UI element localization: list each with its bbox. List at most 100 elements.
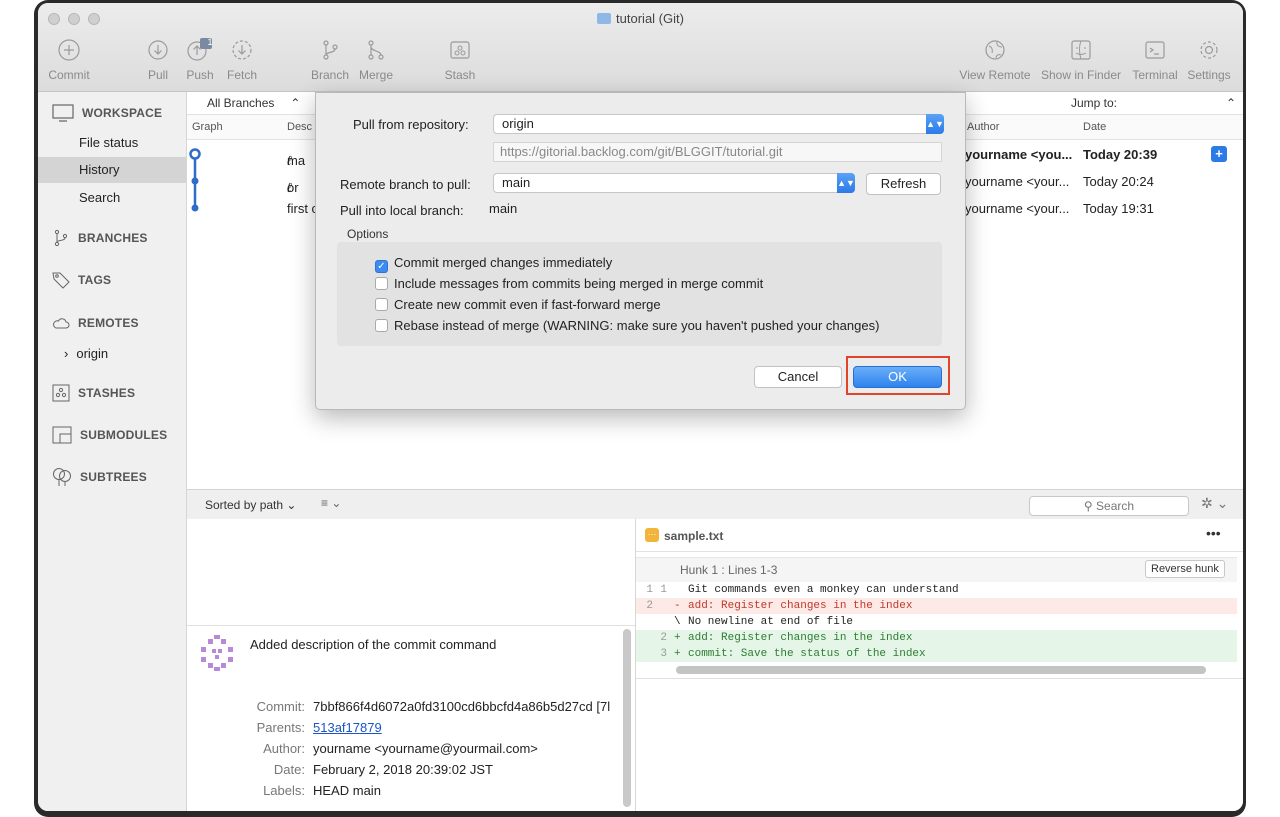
column-author[interactable]: Author — [967, 121, 999, 133]
sidebar-item-label: History — [79, 162, 120, 177]
remote-branch-select[interactable]: main ▲▼ — [493, 173, 855, 193]
diff-sign: + — [674, 648, 681, 660]
diff-line: 3 + commit: Save the status of the index — [636, 646, 1237, 662]
sidebar-remotes[interactable]: REMOTES — [52, 312, 139, 334]
sidebar-item-origin[interactable]: › origin — [38, 341, 186, 367]
commit-hash[interactable]: 7bbf866f4d6072a0fd3100cd6bbcfd4a86b5d27c… — [313, 699, 610, 714]
fetch-icon — [232, 40, 252, 60]
submodule-icon — [52, 426, 72, 444]
sidebar-item-history[interactable]: History — [38, 157, 186, 183]
folder-icon — [597, 13, 612, 24]
label-head: HEAD — [313, 783, 350, 798]
remote-branch-value: main — [502, 175, 531, 190]
view-remote-button[interactable]: View Remote — [956, 38, 1034, 82]
pull-from-select[interactable]: origin ▲▼ — [493, 114, 944, 134]
branch-filter-dropdown[interactable]: All Branches ⌃ — [207, 96, 300, 110]
cancel-button[interactable]: Cancel — [754, 366, 842, 388]
pull-label: Pull — [147, 68, 168, 82]
sidebar-subtrees[interactable]: SUBTREES — [52, 466, 147, 488]
option-rebase[interactable]: Rebase instead of merge (WARNING: make s… — [375, 318, 879, 333]
push-button[interactable]: 1 Push — [182, 37, 218, 82]
tags-label: TAGS — [78, 273, 112, 287]
jump-to-label: Jump to: — [1071, 96, 1118, 110]
pull-button[interactable]: Pull — [138, 38, 178, 82]
remote-origin-label: origin — [76, 346, 109, 361]
submodules-label: SUBMODULES — [80, 428, 168, 442]
fetch-button[interactable]: Fetch — [224, 38, 260, 82]
branch-button[interactable]: Branch — [308, 38, 352, 82]
sidebar-item-label: File status — [79, 135, 139, 150]
settings-button[interactable]: Settings — [1184, 38, 1234, 82]
commit-description: or — [287, 180, 299, 195]
sort-dropdown[interactable]: Sorted by path ⌄ — [205, 498, 296, 512]
reverse-hunk-button[interactable]: Reverse hunk — [1145, 560, 1225, 578]
plus-circle-icon — [58, 39, 80, 61]
local-branch-label: Pull into local branch: — [340, 203, 464, 218]
diff-line: 11 Git commands even a monkey can unders… — [636, 582, 1237, 598]
column-graph[interactable]: Graph — [192, 121, 223, 133]
commit-hash-label: Commit: — [256, 699, 305, 714]
option-include-messages[interactable]: Include messages from commits being merg… — [375, 276, 763, 291]
pull-from-value: origin — [502, 116, 534, 131]
details-scrollbar[interactable] — [623, 629, 631, 807]
diff-text: add: Register changes in the index — [688, 600, 913, 612]
line-number-new: 1 — [660, 584, 667, 596]
gear-icon[interactable]: ✲ ⌄ — [1201, 495, 1228, 512]
terminal-label: Terminal — [1132, 68, 1178, 82]
avatar — [201, 635, 233, 671]
options-group: ✓ Commit merged changes immediately Inclu… — [337, 242, 942, 346]
sidebar-item-search[interactable]: Search — [38, 185, 186, 211]
show-in-finder-button[interactable]: Show in Finder — [1038, 38, 1124, 82]
sidebar-item-file-status[interactable]: File status — [38, 130, 186, 156]
diff-file-name: sample.txt — [664, 529, 724, 543]
arrow-down-circle-icon — [148, 40, 168, 60]
globe-icon — [985, 40, 1005, 60]
list-view-icon[interactable]: ≡ ⌄ — [321, 496, 341, 510]
search-field[interactable]: ⚲ Search — [1029, 496, 1189, 516]
commit-button[interactable]: Commit — [46, 38, 92, 82]
column-date[interactable]: Date — [1083, 121, 1106, 133]
search-icon: ⚲ — [1083, 499, 1093, 513]
add-plus-icon[interactable]: + — [1211, 146, 1227, 162]
column-description[interactable]: Desc — [287, 121, 312, 133]
option-label: Create new commit even if fast-forward m… — [394, 297, 661, 312]
app-window: tutorial (Git) Commit Pull 1 Push Fetch … — [38, 3, 1243, 811]
sidebar-submodules[interactable]: SUBMODULES — [52, 424, 167, 446]
sidebar-stashes[interactable]: STASHES — [52, 382, 135, 404]
more-options-icon[interactable]: ••• — [1206, 525, 1221, 541]
branch-icon — [54, 229, 68, 247]
terminal-icon — [1145, 41, 1165, 59]
refresh-button[interactable]: Refresh — [866, 173, 941, 195]
branch-filter-label: All Branches — [207, 96, 275, 110]
jump-to-dropdown[interactable]: Jump to: ⌃ — [1071, 96, 1236, 110]
push-badge: 1 — [207, 37, 213, 47]
parents-label: Parents: — [256, 720, 305, 735]
sidebar-branches[interactable]: BRANCHES — [52, 227, 148, 249]
author-label: Author: — [263, 741, 305, 756]
checkbox-icon — [375, 319, 388, 332]
hunk-header: Hunk 1 : Lines 1-3 Reverse hunk — [636, 557, 1237, 583]
parents-link[interactable]: 513af17879 — [313, 720, 382, 735]
sidebar-tags[interactable]: TAGS — [52, 269, 111, 291]
remotes-label: REMOTES — [78, 316, 139, 330]
diff-line: 2 - add: Register changes in the index — [636, 598, 1237, 614]
stash-button[interactable]: Stash — [438, 38, 482, 82]
stash-icon — [450, 41, 470, 59]
line-number-new: 3 — [660, 648, 667, 660]
remote-url-field: https://gitorial.backlog.com/git/BLGGIT/… — [493, 142, 942, 162]
option-commit-immediately[interactable]: ✓ Commit merged changes immediately — [375, 255, 612, 273]
tag-icon — [52, 272, 70, 289]
terminal-button[interactable]: Terminal — [1128, 38, 1182, 82]
diff-horizontal-scrollbar[interactable] — [676, 666, 1206, 674]
option-no-fast-forward[interactable]: Create new commit even if fast-forward m… — [375, 297, 661, 312]
commit-description: first c — [287, 201, 319, 216]
diff-sign: + — [674, 632, 681, 644]
diff-text: No newline at end of file — [688, 616, 854, 628]
line-number-old: 2 — [646, 600, 653, 612]
diff-line: \ No newline at end of file — [636, 614, 1237, 630]
subtrees-label: SUBTREES — [80, 470, 147, 484]
monitor-icon — [52, 104, 74, 122]
checkbox-icon — [375, 277, 388, 290]
ok-button[interactable]: OK — [853, 366, 942, 388]
merge-button[interactable]: Merge — [354, 38, 398, 82]
